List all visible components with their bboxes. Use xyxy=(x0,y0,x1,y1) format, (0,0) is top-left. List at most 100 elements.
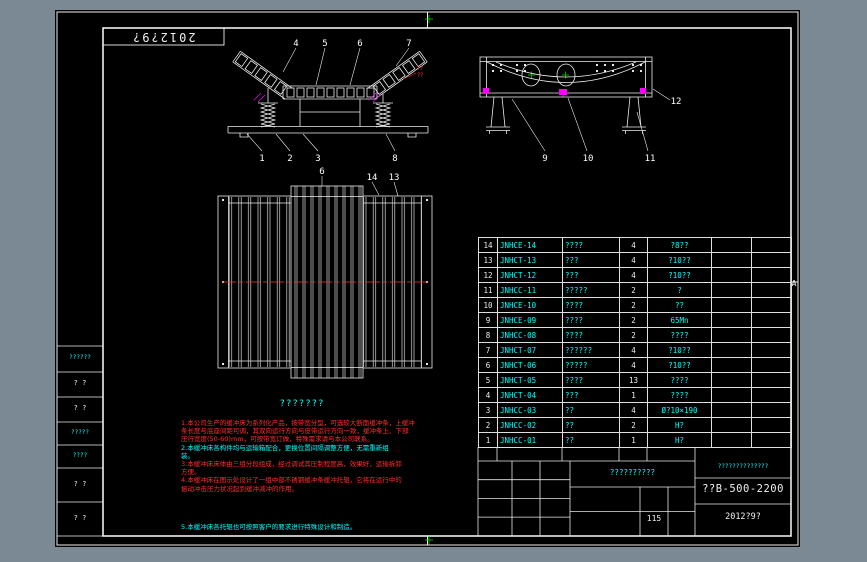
bom-cell xyxy=(751,387,792,403)
bom-cell: ?? xyxy=(562,432,620,448)
bom-row: 14 JNHCE-14???? 4 ?8?? xyxy=(478,237,792,253)
bom-cell: 4 xyxy=(619,342,648,358)
margin-box-4-row2: ? ? xyxy=(73,514,87,522)
callout-label: 14 xyxy=(367,173,378,183)
bom-cell xyxy=(711,327,752,343)
bom-cell: 7 xyxy=(478,342,498,358)
bom-cell: JNHCC-01 xyxy=(497,432,563,448)
bom-cell: 4 xyxy=(619,267,648,283)
bom-cell: JNHCT-04 xyxy=(497,387,563,403)
bom-cell xyxy=(751,252,792,268)
bom-cell: ???? xyxy=(562,327,620,343)
bom-cell: 14 xyxy=(478,237,498,253)
note-line: 振动冲击压力状况起到缓冲减冲的作用。 xyxy=(181,484,298,493)
bom-cell: ???? xyxy=(562,372,620,388)
bom-cell: JNHCC-08 xyxy=(497,327,563,343)
callout-label: 9 xyxy=(542,154,547,164)
bom-cell: 2 xyxy=(619,312,648,328)
bom-cell xyxy=(711,372,752,388)
title-block-company: ?????????????? xyxy=(717,463,769,470)
bom-cell: 2 xyxy=(619,297,648,313)
bom-cell xyxy=(711,282,752,298)
bom-cell xyxy=(711,357,752,373)
bom-cell: ???? xyxy=(562,297,620,313)
callout-label: 11 xyxy=(645,154,656,164)
callout-leaders xyxy=(246,47,671,197)
bom-cell: 11 xyxy=(478,282,498,298)
cad-drawing-canvas[interactable]: 4 5 6 7 1 2 3 8 9 10 11 12 6 14 13 ?? ??… xyxy=(0,0,867,562)
bom-cell: 4 xyxy=(478,387,498,403)
bom-cell xyxy=(711,342,752,358)
bom-row: 9 JNHCE-09???? 2 65Mn xyxy=(478,312,792,328)
bom-cell: JNHCT-12 xyxy=(497,267,563,283)
bom-cell: JNHCC-11 xyxy=(497,282,563,298)
bom-row: 3 JNHCC-03?? 4 Ø?10×190 xyxy=(478,402,792,418)
note-line: 5.本缓冲床各托辊也可按照客户的要求进行特殊设计和制造。 xyxy=(181,522,357,531)
bom-cell: ?10?? xyxy=(647,357,712,373)
bom-cell: JNHCT-05 xyxy=(497,372,563,388)
bom-cell xyxy=(751,432,792,448)
callout-label: 5 xyxy=(322,39,327,49)
bom-cell: ?? xyxy=(647,297,712,313)
callout-label: 3 xyxy=(315,154,320,164)
callout-label: 6 xyxy=(319,167,324,177)
note-line: 装。 xyxy=(181,451,194,460)
bom-cell xyxy=(711,252,752,268)
title-block-date: 2012?9? xyxy=(725,512,761,522)
weld-annotation: ?? ?? xyxy=(417,65,423,79)
bom-cell: 65Mn xyxy=(647,312,712,328)
bom-cell: ? xyxy=(647,282,712,298)
bom-cell: 1 xyxy=(619,387,648,403)
bom-cell xyxy=(751,312,792,328)
bom-cell: ???? xyxy=(647,372,712,388)
bom-cell: JNHCT-07 xyxy=(497,342,563,358)
bom-cell: ?10?? xyxy=(647,267,712,283)
bom-cell: 13 xyxy=(619,372,648,388)
bom-row: 2 JNHCC-02?? 2 H? xyxy=(478,417,792,433)
bom-cell xyxy=(751,327,792,343)
bom-cell: ??? xyxy=(562,252,620,268)
bom-cell xyxy=(751,402,792,418)
title-block-weight: 115 xyxy=(646,514,662,523)
weld-note-line1: ?? xyxy=(417,65,423,72)
note-line: 压行宽度(50-60)mm，可按带宽订做，特殊需求请与本公司联系。 xyxy=(181,435,374,444)
bom-row: 6 JNHCT-06????? 4 ?10?? xyxy=(478,357,792,373)
bom-table: 14 JNHCE-14???? 4 ?8?? 13 JNHCT-13??? 4 ?10?? 12… xyxy=(478,237,792,448)
title-block-drawing-number: ??B-500-2200 xyxy=(702,483,784,495)
bom-row: 11 JNHCC-11????? 2? xyxy=(478,282,792,298)
bom-row: 13 JNHCT-13??? 4 ?10?? xyxy=(478,252,792,268)
bom-cell: 4 xyxy=(619,237,648,253)
bom-cell: H? xyxy=(647,432,712,448)
left-wing xyxy=(232,51,293,100)
callout-label: 2 xyxy=(287,154,292,164)
plan-view-drawing xyxy=(217,185,433,379)
margin-box-2-row1: ? ? xyxy=(73,379,87,387)
bom-cell: ???? xyxy=(562,312,620,328)
bom-cell: 12 xyxy=(478,267,498,283)
bom-cell: ??? xyxy=(562,387,620,403)
bom-cell: 6 xyxy=(478,357,498,373)
note-line: 3.本缓冲床床体由三组分段组成，经过调试其压制程度高，效果好，运输拆卸 xyxy=(181,460,402,469)
bom-cell: JNHCC-03 xyxy=(497,402,563,418)
bom-cell xyxy=(751,267,792,283)
spring-left xyxy=(258,88,278,128)
bom-cell: ???? xyxy=(647,387,712,403)
bom-cell: 3 xyxy=(478,402,498,418)
bom-cell xyxy=(711,267,752,283)
callout-label: 12 xyxy=(671,97,682,107)
bom-cell xyxy=(751,297,792,313)
bom-cell xyxy=(711,402,752,418)
bom-cell xyxy=(711,297,752,313)
bom-cell: ?? xyxy=(562,402,620,418)
bom-cell: 2 xyxy=(619,282,648,298)
note-line: 1.本公司生产的缓冲床为系列化产品，按带宽分型，可选较大断面缓冲条，上缓冲 xyxy=(181,419,415,427)
bom-cell: 5 xyxy=(478,372,498,388)
title-block-product-name: ?????????? xyxy=(609,468,656,477)
margin-box-4-row1: ? ? xyxy=(73,480,87,488)
callout-label: 10 xyxy=(583,154,594,164)
bom-cell: 8 xyxy=(478,327,498,343)
bom-row: 1 JNHCC-01?? 1 H? xyxy=(478,432,792,448)
bom-cell: H? xyxy=(647,417,712,433)
leg-left xyxy=(486,96,510,134)
bom-cell xyxy=(751,372,792,388)
